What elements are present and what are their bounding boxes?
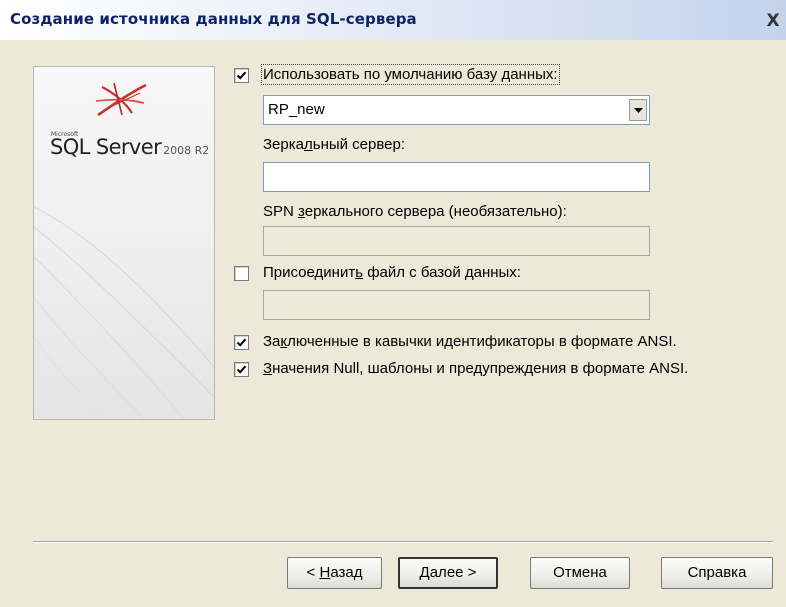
attach-file-label-part: файл с базой данных:	[363, 264, 521, 281]
dropdown-button[interactable]	[629, 99, 647, 121]
ansi-nulls-label-accesskey: З	[263, 360, 273, 377]
mirror-spn-input	[263, 226, 650, 256]
ansi-quoted-label-part: люченные в кавычки идентификаторы в форм…	[287, 333, 677, 350]
ansi-nulls-checkbox[interactable]	[234, 362, 249, 377]
attach-file-label-accesskey: ь	[355, 264, 364, 281]
default-db-value: RP_new	[268, 101, 325, 118]
mirror-server-input[interactable]	[263, 162, 650, 192]
attach-file-input	[263, 290, 650, 320]
attach-file-checkbox[interactable]	[234, 266, 249, 281]
ansi-quoted-checkbox[interactable]	[234, 335, 249, 350]
product-name: SQL Server	[50, 135, 162, 159]
back-button-part: <	[306, 564, 320, 581]
mirror-spn-label-accesskey: з	[298, 203, 305, 220]
product-version: 2008 R2	[163, 144, 210, 157]
default-db-checkbox[interactable]	[234, 68, 249, 83]
chevron-down-icon	[634, 108, 643, 113]
mirror-server-label-part: Зерка	[263, 136, 304, 153]
back-button[interactable]: < Назад	[287, 557, 382, 589]
help-button[interactable]: Справка	[661, 557, 773, 589]
sql-datasource-dialog: Создание источника данных для SQL-сервер…	[0, 0, 786, 607]
back-button-part: азад	[330, 564, 363, 581]
mirror-spn-label: SPN зеркального сервера (необязательно):	[263, 203, 567, 220]
cancel-button[interactable]: Отмена	[530, 557, 630, 589]
close-button[interactable]: X	[762, 10, 784, 32]
default-db-label[interactable]: Использовать по умолчанию базу данных:	[261, 64, 560, 85]
mirror-server-label-accesskey: л	[303, 136, 313, 153]
next-button-part: алее >	[429, 564, 477, 581]
attach-file-label-part: Присоединит	[263, 264, 356, 281]
back-button-accesskey: Н	[319, 564, 331, 581]
mirror-spn-label-part: еркального сервера (необязательно):	[304, 203, 567, 220]
ansi-quoted-label-part: За	[263, 333, 281, 350]
mirror-spn-label-part: SPN	[263, 203, 299, 220]
window-title: Создание источника данных для SQL-сервер…	[10, 10, 417, 28]
ansi-nulls-label[interactable]: Значения Null, шаблоны и предупреждения …	[263, 360, 688, 377]
mirror-server-label-part: ьный сервер:	[312, 136, 406, 153]
checkmark-icon	[236, 365, 247, 374]
sql-server-logo-panel: Microsoft SQL Server 2008 R2	[33, 66, 215, 420]
ansi-nulls-label-part: начения Null, шаблоны и предупреждения в…	[272, 360, 689, 377]
sql-server-logo-icon	[95, 82, 147, 117]
checkmark-icon	[236, 338, 247, 347]
ansi-quoted-label[interactable]: Заключенные в кавычки идентификаторы в ф…	[263, 333, 677, 350]
mirror-server-label: Зеркальный сервер:	[263, 136, 405, 153]
default-db-select[interactable]: RP_new	[263, 95, 650, 125]
next-button[interactable]: Далее >	[398, 557, 498, 589]
checkmark-icon	[236, 71, 247, 80]
title-bar[interactable]: Создание источника данных для SQL-сервер…	[0, 0, 786, 40]
next-button-accesskey: Д	[419, 564, 430, 581]
sql-server-brand: SQL Server 2008 R2	[50, 135, 209, 159]
footer-separator	[33, 541, 773, 543]
attach-file-label[interactable]: Присоединить файл с базой данных:	[263, 264, 521, 281]
